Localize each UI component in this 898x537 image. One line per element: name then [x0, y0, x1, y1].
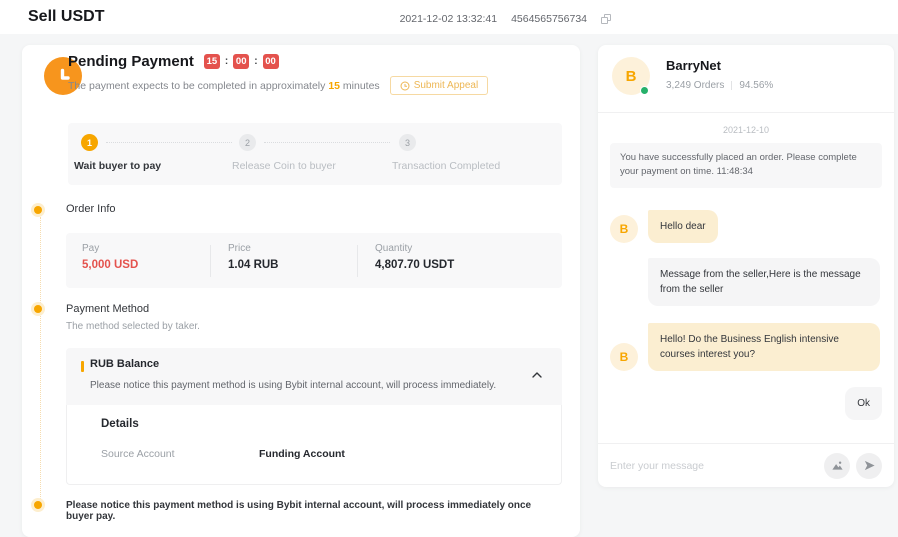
timer-seconds: 00 — [263, 54, 279, 69]
payment-method-title: Payment Method — [66, 303, 149, 315]
order-id: 4564565756734 — [511, 13, 587, 25]
details-title: Details — [101, 418, 139, 430]
pending-header: Pending Payment 15 : 00 : 00 — [68, 53, 279, 70]
order-info-title: Order Info — [66, 203, 116, 215]
source-account-label: Source Account — [101, 448, 175, 460]
chat-panel: B BarryNet 3,249 Orders 94.56% 2021-12-1… — [598, 45, 894, 487]
order-timestamp: 2021-12-02 13:32:41 — [400, 13, 498, 25]
chat-input-bar — [598, 443, 894, 487]
counterparty-name: BarryNet — [666, 58, 721, 73]
payment-method-note: Please notice this payment method is usi… — [90, 380, 496, 391]
payment-method-card: RUB Balance Please notice this payment m… — [66, 348, 562, 485]
timeline-dot-notice — [34, 501, 42, 509]
top-bar: Sell USDT 2021-12-02 13:32:41 4564565756… — [0, 0, 898, 34]
step-1-circle: 1 — [81, 134, 98, 151]
step-1-label: Wait buyer to pay — [74, 160, 161, 172]
timeline-line — [40, 217, 41, 505]
payment-method-details: Details Source Account Funding Account — [66, 405, 562, 485]
payment-notice: Please notice this payment method is usi… — [66, 500, 546, 522]
chat-header: B BarryNet 3,249 Orders 94.56% — [598, 45, 894, 113]
image-icon — [831, 459, 844, 472]
chat-message: B Hello! Do the Business English intensi… — [610, 323, 882, 371]
page-title: Sell USDT — [28, 8, 104, 26]
orders-count: 3,249 Orders — [666, 80, 724, 91]
timer-minutes: 00 — [233, 54, 249, 69]
order-field-quantity: Quantity 4,807.70 USDT — [375, 243, 454, 271]
accent-bar — [81, 361, 84, 372]
message-bubble: Message from the seller,Here is the mess… — [648, 258, 880, 306]
message-bubble: Hello! Do the Business English intensive… — [648, 323, 880, 371]
minutes-highlight: 15 — [328, 80, 340, 92]
counterparty-stats: 3,249 Orders 94.56% — [666, 80, 773, 91]
payment-method-header[interactable]: RUB Balance Please notice this payment m… — [66, 348, 562, 405]
order-meta: 2021-12-02 13:32:41 4564565756734 — [400, 13, 612, 25]
order-field-price: Price 1.04 RUB — [228, 243, 279, 271]
pending-subtitle-row: The payment expects to be completed in a… — [68, 76, 488, 95]
appeal-clock-icon — [400, 81, 410, 91]
timeline-dot-order-info — [34, 206, 42, 214]
chat-date-divider: 2021-12-10 — [598, 125, 894, 135]
step-3-circle: 3 — [399, 134, 416, 151]
pending-subtitle: The payment expects to be completed in a… — [68, 80, 380, 92]
message-bubble: Hello dear — [648, 210, 718, 243]
step-2-label: Release Coin to buyer — [232, 160, 336, 172]
system-message: You have successfully placed an order. P… — [610, 143, 882, 188]
pending-title: Pending Payment — [68, 53, 194, 70]
payment-method-name: RUB Balance — [90, 358, 159, 370]
step-3-label: Transaction Completed — [392, 160, 500, 172]
chat-message: B Hello dear — [610, 210, 882, 243]
price-value: 1.04 RUB — [228, 259, 279, 271]
chat-message: Ok — [610, 387, 882, 420]
p2p-order-page: Sell USDT 2021-12-02 13:32:41 4564565756… — [0, 0, 898, 537]
step-connector — [106, 142, 232, 143]
timer-hours: 15 — [204, 54, 220, 69]
chevron-up-icon[interactable] — [530, 368, 544, 382]
order-detail-card: Pending Payment 15 : 00 : 00 The payment… — [22, 45, 580, 537]
pay-value: 5,000 USD — [82, 259, 138, 271]
counterparty-avatar: B — [610, 343, 638, 371]
online-status-dot — [640, 86, 649, 95]
quantity-value: 4,807.70 USDT — [375, 259, 454, 271]
source-account-value: Funding Account — [259, 448, 345, 460]
step-2-circle: 2 — [239, 134, 256, 151]
order-info-box: Pay 5,000 USD Price 1.04 RUB Quantity 4,… — [66, 233, 562, 288]
step-connector — [264, 142, 390, 143]
chat-message-list[interactable]: 2021-12-10 You have successfully placed … — [598, 113, 894, 443]
message-bubble: Ok — [845, 387, 882, 420]
attach-image-button[interactable] — [824, 453, 850, 479]
send-message-button[interactable] — [856, 453, 882, 479]
timeline-dot-payment-method — [34, 305, 42, 313]
progress-steps: 1 2 3 Wait buyer to pay Release Coin to … — [68, 123, 562, 185]
completion-rate: 94.56% — [739, 80, 773, 91]
submit-appeal-button[interactable]: Submit Appeal — [390, 76, 489, 95]
chat-message: Message from the seller,Here is the mess… — [610, 258, 882, 306]
chat-message-input[interactable] — [610, 460, 818, 472]
send-icon — [863, 459, 876, 472]
copy-icon[interactable] — [601, 14, 612, 25]
payment-method-subtitle: The method selected by taker. — [66, 321, 200, 332]
counterparty-avatar: B — [610, 215, 638, 243]
order-field-pay: Pay 5,000 USD — [82, 243, 138, 271]
